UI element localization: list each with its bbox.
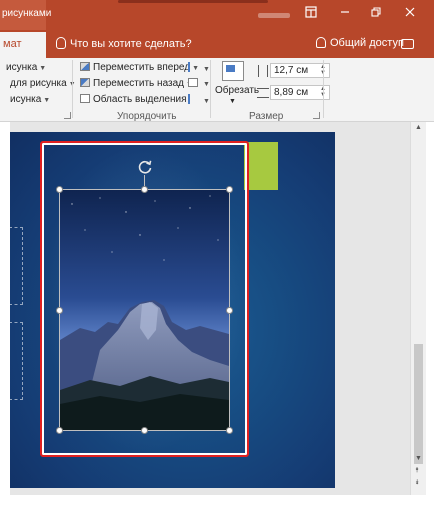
ribbon-tabs: мат Что вы хотите сделать? Общий доступ (0, 30, 434, 58)
rotate-button[interactable]: ▼ (188, 94, 210, 106)
rotate-objects-icon (188, 94, 198, 104)
ribbon-divider (323, 60, 324, 118)
lightbulb-icon (56, 37, 66, 49)
scroll-up-icon[interactable]: ▲ (415, 124, 422, 131)
height-icon (258, 65, 268, 77)
picture-layout-button[interactable]: исунка ▼ (10, 94, 50, 105)
resize-handle-right[interactable] (226, 307, 233, 314)
crop-dropdown-icon[interactable]: ▼ (229, 98, 236, 105)
previous-slide-icon[interactable]: ⯭ (415, 467, 419, 475)
selection-pane-label: Область выделения (93, 94, 187, 105)
send-backward-icon (80, 78, 90, 87)
crop-button[interactable]: Обрезать (215, 85, 259, 96)
group-button[interactable]: ▼ (188, 78, 210, 89)
resize-handle-bottom-left[interactable] (56, 427, 63, 434)
picture-effects-label: для рисунка (10, 78, 67, 89)
send-backward-button[interactable]: Переместить назад▼ (80, 78, 193, 89)
tell-me-search[interactable]: Что вы хотите сделать? (56, 37, 192, 50)
bring-forward-label: Переместить вперед (93, 62, 191, 73)
selection-frame (59, 189, 230, 431)
text-placeholder[interactable] (9, 227, 23, 305)
minimize-icon[interactable] (337, 6, 353, 22)
resize-handle-bottom-right[interactable] (226, 427, 233, 434)
window-drag-handle[interactable] (118, 0, 268, 3)
width-input[interactable]: 8,89 см▲▼ (270, 85, 330, 100)
picture-tools-context: рисунками (0, 0, 51, 30)
width-value: 8,89 см (274, 87, 309, 98)
resize-handle-bottom[interactable] (141, 427, 148, 434)
height-value: 12,7 см (274, 65, 309, 76)
picture-border-button[interactable]: исунка ▼ (6, 62, 46, 73)
group-icon (188, 78, 198, 87)
arrange-group-label: Упорядочить (117, 111, 177, 122)
width-icon (257, 88, 269, 98)
picture-styles-launcher-icon[interactable] (64, 112, 71, 119)
status-area (0, 495, 434, 513)
send-backward-label: Переместить назад (93, 78, 184, 89)
scrollbar-thumb[interactable] (414, 344, 423, 464)
selection-pane-button[interactable]: Область выделения (80, 94, 187, 105)
resize-handle-left[interactable] (56, 307, 63, 314)
resize-handle-top-left[interactable] (56, 186, 63, 193)
resize-handle-top-right[interactable] (226, 186, 233, 193)
text-placeholder[interactable] (9, 322, 23, 400)
picture-effects-button[interactable]: для рисунка▼ (10, 78, 76, 89)
crop-label: Обрезать (215, 85, 260, 96)
person-icon (316, 37, 326, 48)
title-bar: рисунками (0, 0, 434, 30)
vertical-scrollbar[interactable]: ▲ ▼ ⯭ ⯯ (410, 122, 426, 495)
share-label: Общий доступ (330, 37, 404, 49)
comments-icon[interactable] (401, 39, 414, 49)
share-button[interactable]: Общий доступ (316, 37, 404, 49)
picture-layout-label: исунка (10, 94, 42, 105)
size-group-label: Размер (249, 111, 284, 122)
tell-me-label: Что вы хотите сделать? (70, 38, 192, 50)
ribbon-panel: исунка▼ для рисунка▼ исунка▼ Переместить… (0, 58, 434, 122)
resize-handle-top[interactable] (141, 186, 148, 193)
close-icon[interactable] (402, 6, 418, 22)
ribbon-divider (72, 60, 73, 118)
height-input[interactable]: 12,7 см▲▼ (270, 63, 330, 78)
size-launcher-icon[interactable] (313, 112, 320, 119)
bring-forward-button[interactable]: Переместить вперед ▼ (80, 62, 199, 73)
ribbon-display-options-icon[interactable] (303, 6, 319, 22)
tab-format[interactable]: мат (0, 32, 46, 58)
align-icon (188, 62, 198, 72)
align-button[interactable]: ▼ (188, 62, 210, 74)
green-accent-shape[interactable] (244, 142, 278, 190)
picture-border-label: исунка (6, 62, 38, 73)
powerpoint-window: рисунками мат Что вы хотите сделать? Общ… (0, 0, 434, 513)
context-tab-label: рисунками (2, 8, 52, 19)
restore-window-icon[interactable] (368, 6, 384, 22)
crop-icon[interactable] (222, 61, 244, 81)
selection-pane-icon (80, 94, 90, 103)
ribbon-divider (210, 60, 211, 118)
bring-forward-icon (80, 62, 90, 71)
next-slide-icon[interactable]: ⯯ (415, 479, 419, 487)
rotate-handle-icon[interactable] (137, 159, 153, 175)
scroll-down-icon[interactable]: ▼ (415, 455, 422, 462)
document-title (258, 13, 290, 18)
